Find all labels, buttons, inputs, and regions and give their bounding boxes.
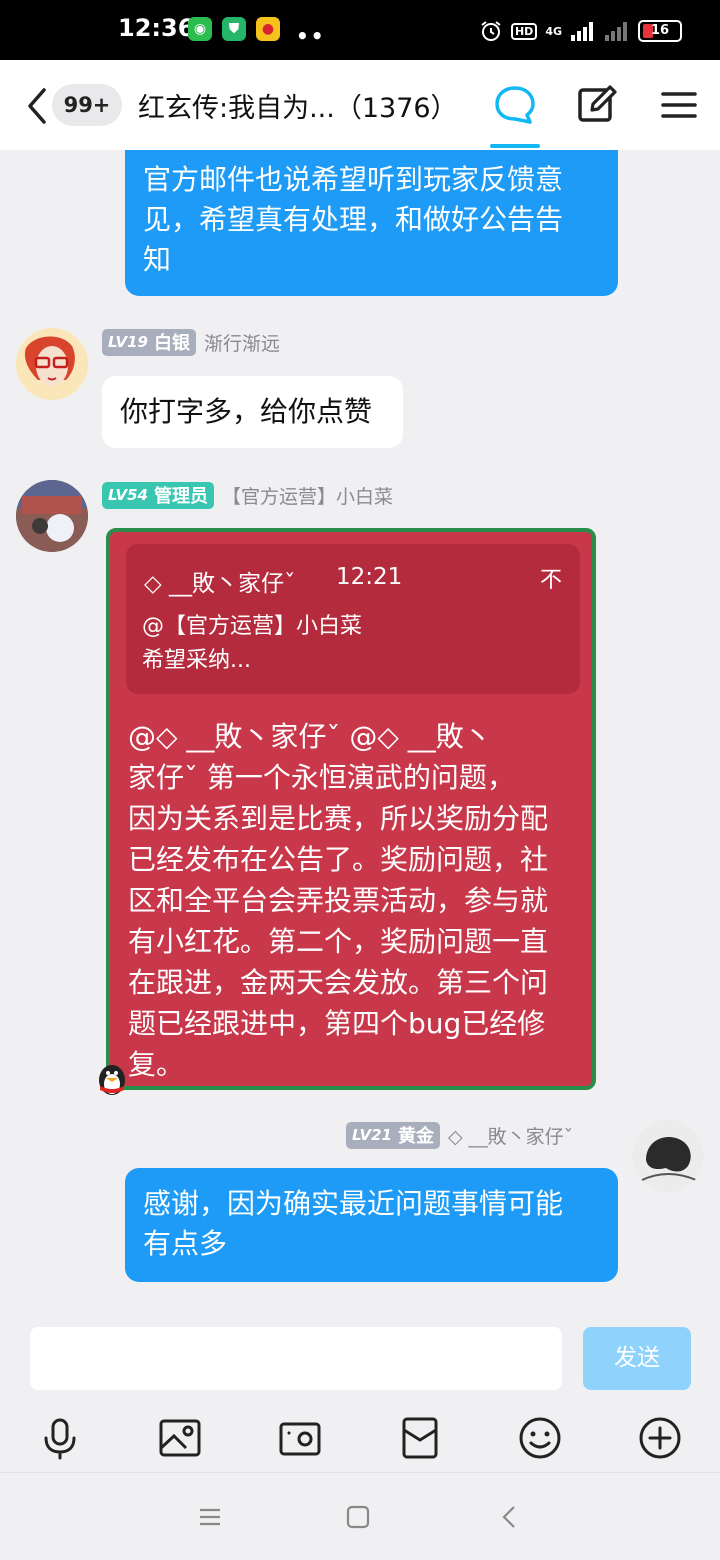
message-line: 官方邮件也说希望听到玩家反馈意 [143,163,564,196]
alarm-icon [481,21,501,41]
chat-bubble-icon[interactable] [492,82,538,128]
shield-app-icon: ⛊ [222,17,246,41]
plus-icon[interactable] [638,1416,682,1460]
group-title[interactable]: 红玄传:我自为...（1376） [138,86,478,125]
weibo-icon: ● [256,17,280,41]
level-number: LV19 [108,333,148,351]
edit-icon[interactable] [574,82,620,128]
battery-level: 16 [650,23,670,38]
level-number: LV21 [352,1126,392,1144]
message-line: 有小红花。第二个，奖励问题一直 [128,925,549,958]
sender-meta: LV21 黄金 ◇ __敗丶家仔ˇ [346,1121,573,1149]
message-line: 见，希望真有处理，和做好公告告 [143,203,564,236]
send-button[interactable]: 发送 [583,1327,691,1390]
signal-icon [571,22,593,41]
quote-text: @【官方运营】小白菜 希望采纳... [142,610,362,678]
network-label: 4G [545,24,562,38]
quote-line: @【官方运营】小白菜 [142,614,363,639]
message-line: 感谢，因为确实最近问题事情可能 [143,1187,564,1220]
message-line: 因为关系到是比赛，所以奖励分配 [128,802,549,835]
battery-icon: 16 [638,20,682,42]
message-text: 你打字多，给你点赞 [120,395,373,428]
level-number: LV54 [108,486,148,504]
message-text: @◇ __敗丶家仔ˇ @◇ __敗丶 家仔ˇ 第一个永恒演武的问题， 因为关系到… [128,716,578,1085]
home-icon[interactable] [342,1501,374,1533]
sender-name[interactable]: 【官方运营】小白菜 [222,482,393,509]
sender-meta: LV54 管理员 【官方运营】小白菜 [102,481,393,509]
active-tab-indicator [490,144,540,148]
input-toolbar [0,1404,720,1472]
avatar[interactable] [632,1120,704,1192]
quote-author: ◇ __敗丶家仔ˇ [144,571,296,597]
input-row: 发送 [0,1314,720,1404]
rank-label: 白银 [153,333,190,354]
microphone-icon[interactable] [38,1416,82,1460]
quote-pin-icon: 不 [539,568,562,593]
status-time: 12:36 [118,14,195,42]
chat-header: 99+ 红玄传:我自为...（1376） [0,60,720,150]
level-badge: LV19 白银 [102,328,196,356]
avatar[interactable] [16,480,88,552]
message-line: 复。 [128,1048,185,1081]
sender-name[interactable]: 渐行渐远 [204,329,280,356]
message-line: 家仔ˇ 第一个永恒演武的问题， [128,761,515,794]
sender-meta: LV19 白银 渐行渐远 [102,328,280,356]
avatar[interactable] [16,328,88,400]
back-icon[interactable] [494,1501,526,1533]
message-line: @◇ __敗丶家仔ˇ @◇ __敗丶 [128,720,492,753]
message-bubble-outgoing[interactable]: 官方邮件也说希望听到玩家反馈意 见，希望真有处理，和做好公告告 知 [125,150,618,296]
penguin-icon [99,1065,125,1095]
message-line: 在跟进，金两天会发放。第三个问 [128,966,549,999]
system-nav-bar [0,1472,720,1560]
unread-badge[interactable]: 99+ [52,84,122,126]
message-line: 已经发布在公告了。奖励问题，社 [128,843,549,876]
more-notifications-icon: •• [296,24,326,48]
hd-icon: HD [510,22,538,40]
message-line: 区和全平台会弄投票活动，参与就 [128,884,549,917]
status-right: HD 4G 16 [479,16,682,46]
message-bubble-outgoing[interactable]: 感谢，因为确实最近问题事情可能 有点多 [125,1168,618,1282]
message-bubble-incoming[interactable]: ◇ __敗丶家仔ˇ 12:21 不 @【官方运营】小白菜 希望采纳... @◇ … [106,528,596,1090]
quote-line: 希望采纳... [142,648,251,673]
status-bar: 12:36 ◉ ⛊ ● •• HD 4G 16 [0,0,720,60]
quoted-reply[interactable]: ◇ __敗丶家仔ˇ 12:21 不 @【官方运营】小白菜 希望采纳... [126,544,580,694]
rank-label: 管理员 [153,486,208,507]
image-icon[interactable] [158,1416,202,1460]
signal-weak-icon [605,22,627,41]
sender-name[interactable]: ◇ __敗丶家仔ˇ [448,1122,573,1149]
red-packet-icon[interactable] [398,1416,442,1460]
wechat-icon: ◉ [188,17,212,41]
message-input[interactable] [30,1327,562,1390]
menu-icon[interactable] [656,82,702,128]
rank-label: 黄金 [397,1126,434,1147]
level-badge: LV21 黄金 [346,1121,440,1149]
emoji-icon[interactable] [518,1416,562,1460]
level-badge: LV54 管理员 [102,481,214,509]
message-line: 题已经跟进中，第四个bug已经修 [128,1007,546,1040]
menu-icon[interactable] [194,1501,226,1533]
message-line: 有点多 [143,1227,228,1260]
quote-time: 12:21 [336,564,403,590]
message-line: 知 [143,243,172,276]
camera-icon[interactable] [278,1416,322,1460]
message-bubble-incoming[interactable]: 你打字多，给你点赞 [102,376,403,448]
